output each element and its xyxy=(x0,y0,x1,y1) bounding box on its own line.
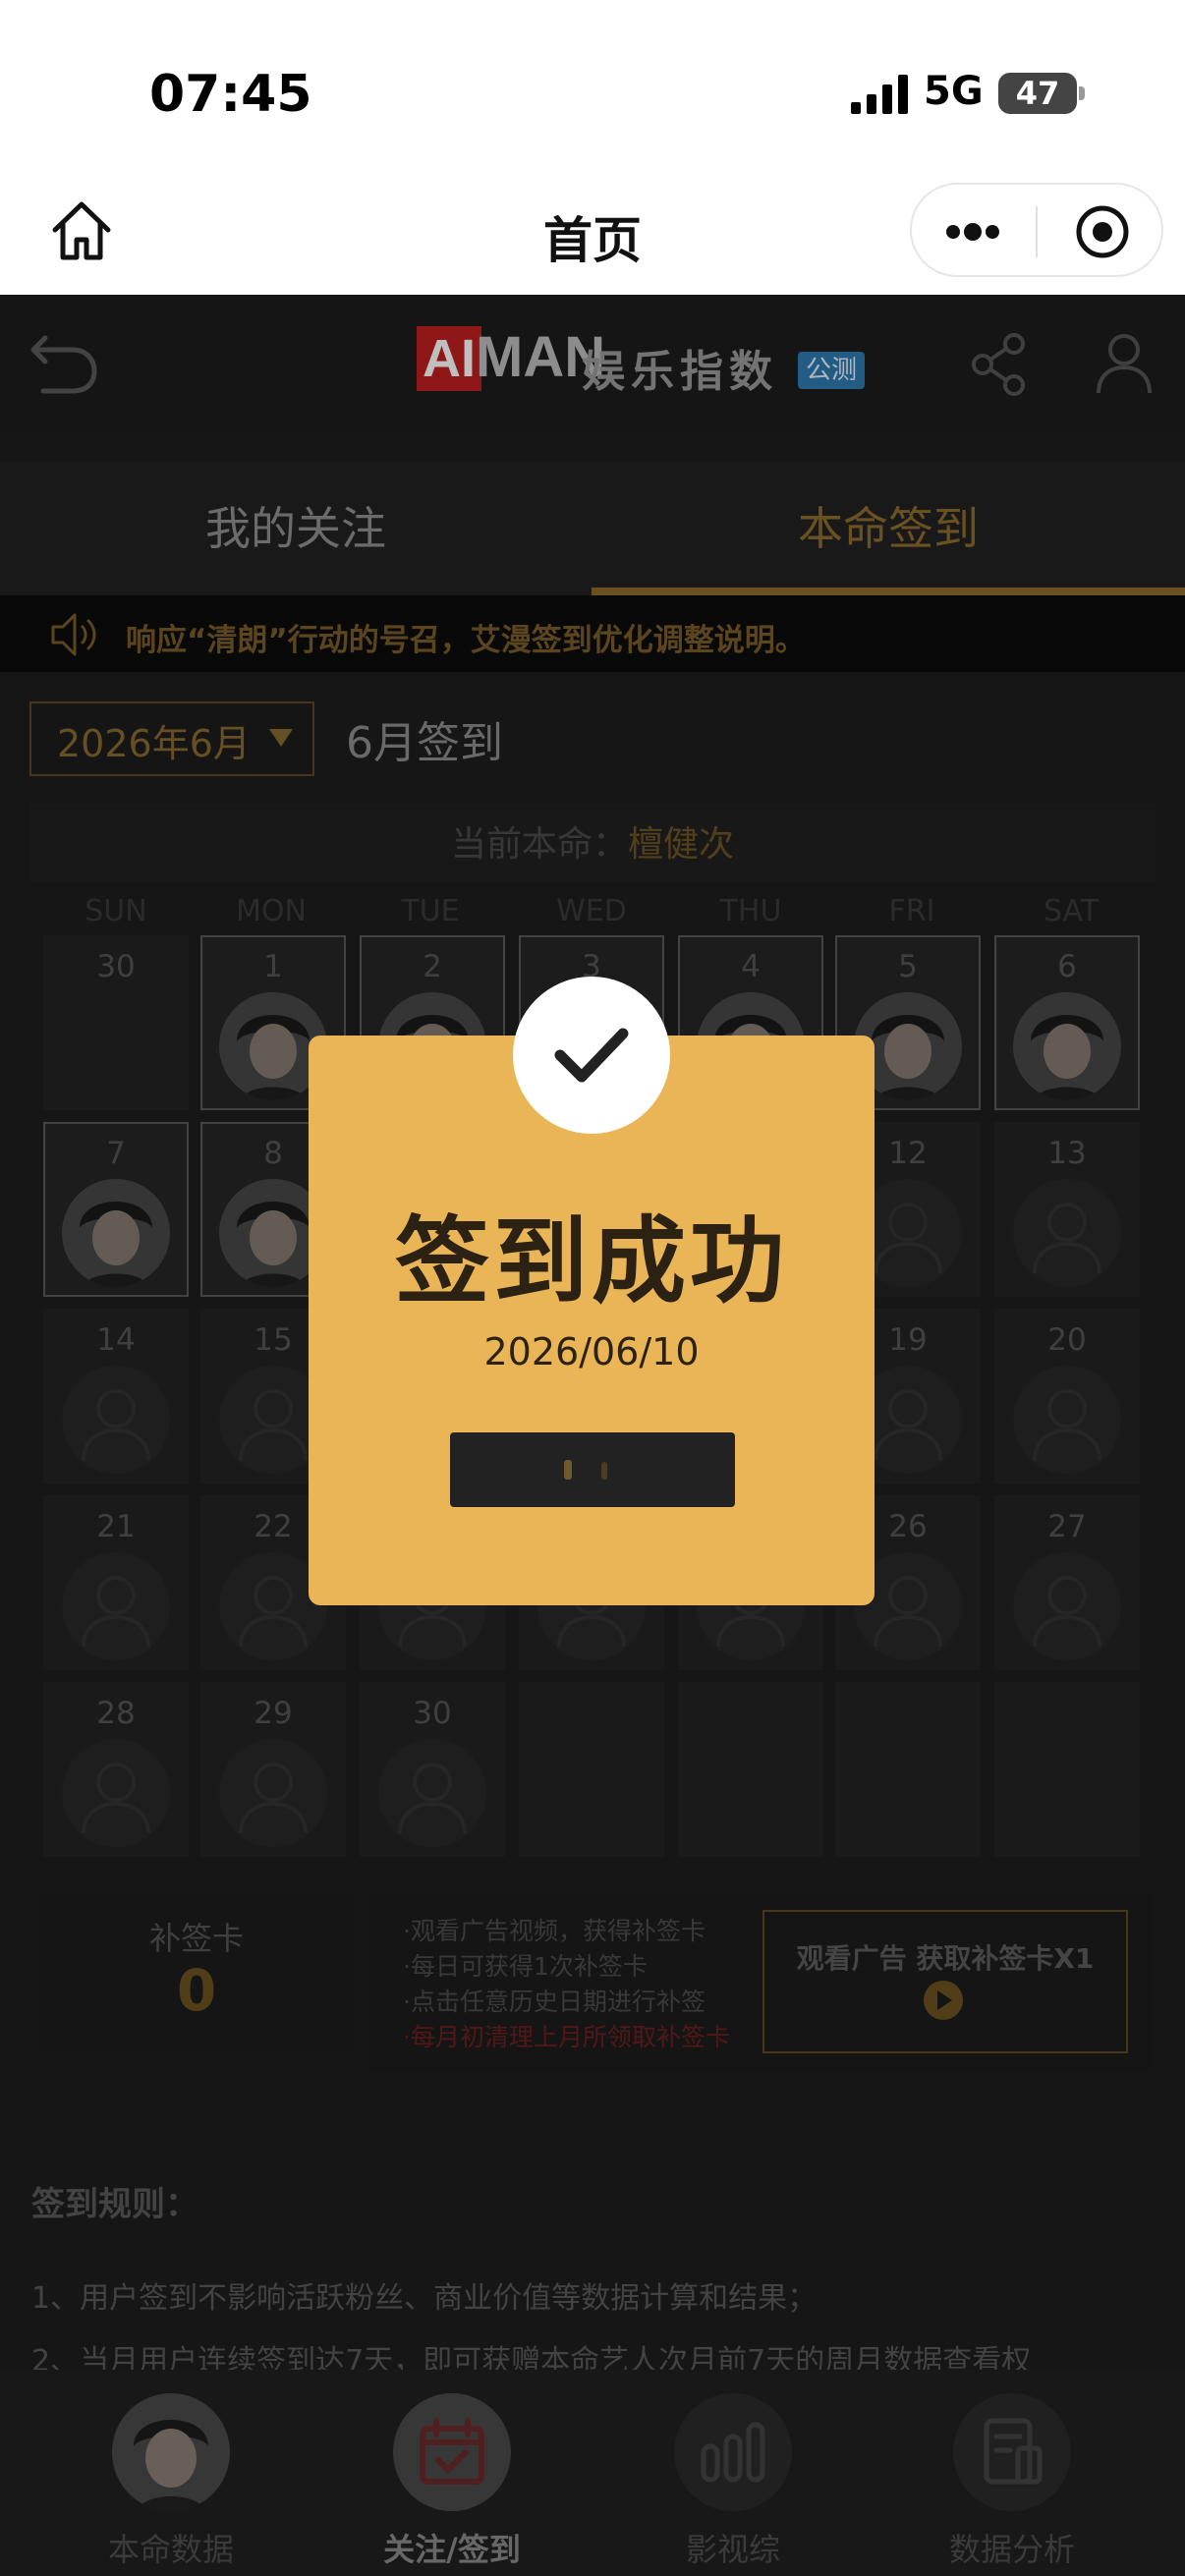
check-icon xyxy=(554,1028,629,1083)
status-time: 07:45 xyxy=(149,65,312,124)
network-type: 5G xyxy=(924,69,984,114)
dialog-confirm-button[interactable] xyxy=(450,1432,735,1507)
signal-icon xyxy=(851,75,908,114)
capsule-divider xyxy=(1036,206,1038,257)
dialog-date: 2026/06/10 xyxy=(483,1330,700,1373)
button-glyph xyxy=(601,1462,607,1480)
battery-icon: 47 xyxy=(998,73,1077,114)
battery-tip xyxy=(1079,86,1085,100)
more-icon[interactable] xyxy=(945,222,1000,242)
dialog-title: 签到成功 xyxy=(395,1206,788,1316)
button-glyph xyxy=(564,1460,572,1480)
close-miniprogram-icon[interactable] xyxy=(1075,204,1130,259)
